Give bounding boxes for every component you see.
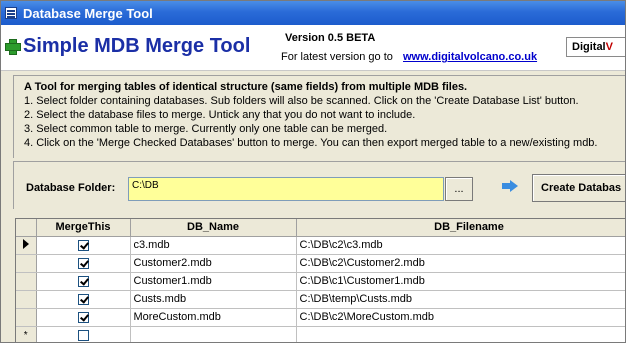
db-filename-cell[interactable]: C:\DB\temp\Custs.mdb: [296, 290, 625, 309]
table-row: Customer2.mdb C:\DB\c2\Customer2.mdb: [16, 254, 625, 273]
create-database-list-button[interactable]: Create Databas: [532, 174, 625, 202]
row-selector[interactable]: [16, 254, 37, 273]
instructions-intro: A Tool for merging tables of identical s…: [24, 81, 468, 93]
instruction-step: 4. Click on the 'Merge Checked Databases…: [24, 137, 598, 149]
instruction-step: 3. Select common table to merge. Current…: [24, 123, 388, 135]
merge-checkbox[interactable]: [77, 239, 89, 251]
db-filename-cell[interactable]: C:\DB\c2\MoreCustom.mdb: [296, 308, 625, 327]
version-label: Version 0.5 BETA: [285, 32, 376, 44]
column-header-mergethis[interactable]: MergeThis: [36, 219, 131, 237]
merge-checkbox[interactable]: [77, 293, 89, 305]
row-selector-header[interactable]: [16, 219, 37, 237]
new-record-marker[interactable]: *: [16, 326, 37, 342]
table-row: Customer1.mdb C:\DB\c1\Customer1.mdb: [16, 272, 625, 291]
folder-panel: Database Folder: ... Create Databas: [13, 161, 625, 209]
column-header-db-name[interactable]: DB_Name: [130, 219, 297, 237]
row-selector[interactable]: [16, 272, 37, 291]
instructions-panel: A Tool for merging tables of identical s…: [13, 75, 625, 158]
db-name-cell[interactable]: Customer1.mdb: [130, 272, 297, 291]
instruction-step: 2. Select the database files to merge. U…: [24, 109, 416, 121]
table-header-row: MergeThis DB_Name DB_Filename: [16, 219, 625, 237]
title-bar[interactable]: Database Merge Tool: [1, 1, 625, 25]
new-record-row: *: [16, 326, 625, 342]
form-icon: [5, 7, 17, 19]
row-selector[interactable]: [16, 236, 37, 255]
table-row: MoreCustom.mdb C:\DB\c2\MoreCustom.mdb: [16, 308, 625, 327]
row-selector[interactable]: [16, 290, 37, 309]
merge-checkbox[interactable]: [77, 311, 89, 323]
table-row: Custs.mdb C:\DB\temp\Custs.mdb: [16, 290, 625, 309]
db-name-cell[interactable]: c3.mdb: [130, 236, 297, 255]
brand-logo: DigitalV: [566, 37, 625, 57]
table-row: c3.mdb C:\DB\c2\c3.mdb: [16, 236, 625, 255]
latest-version-text: For latest version go to: [281, 51, 393, 63]
merge-checkbox[interactable]: [77, 257, 89, 269]
merge-checkbox-cell: [36, 290, 131, 309]
database-table: MergeThis DB_Name DB_Filename c3.mdb C:\…: [16, 219, 625, 342]
merge-checkbox-cell: [36, 326, 131, 342]
database-folder-input[interactable]: [128, 177, 444, 201]
db-filename-cell[interactable]: [296, 326, 625, 342]
arrow-right-icon: [502, 180, 518, 192]
header: Simple MDB Merge Tool Version 0.5 BETA F…: [1, 25, 625, 71]
db-filename-cell[interactable]: C:\DB\c2\c3.mdb: [296, 236, 625, 255]
db-filename-cell[interactable]: C:\DB\c2\Customer2.mdb: [296, 254, 625, 273]
merge-checkbox[interactable]: [77, 329, 89, 341]
column-header-db-filename[interactable]: DB_Filename: [296, 219, 625, 237]
app-title: Simple MDB Merge Tool: [23, 35, 251, 57]
row-pointer-icon: [22, 238, 29, 249]
plus-icon: [5, 39, 21, 55]
instruction-step: 1. Select folder containing databases. S…: [24, 95, 579, 107]
merge-checkbox-cell: [36, 272, 131, 291]
row-selector[interactable]: [16, 308, 37, 327]
db-name-cell[interactable]: Customer2.mdb: [130, 254, 297, 273]
merge-checkbox-cell: [36, 254, 131, 273]
db-name-cell[interactable]: Custs.mdb: [130, 290, 297, 309]
merge-checkbox-cell: [36, 308, 131, 327]
db-name-cell[interactable]: [130, 326, 297, 342]
app-window: Database Merge Tool Simple MDB Merge Too…: [0, 0, 626, 343]
website-link[interactable]: www.digitalvolcano.co.uk: [403, 51, 537, 63]
database-grid: MergeThis DB_Name DB_Filename c3.mdb C:\…: [15, 218, 625, 342]
merge-checkbox[interactable]: [77, 275, 89, 287]
browse-button[interactable]: ...: [445, 177, 473, 201]
window-title: Database Merge Tool: [23, 5, 153, 21]
merge-checkbox-cell: [36, 236, 131, 255]
database-folder-label: Database Folder:: [26, 182, 116, 194]
db-filename-cell[interactable]: C:\DB\c1\Customer1.mdb: [296, 272, 625, 291]
db-name-cell[interactable]: MoreCustom.mdb: [130, 308, 297, 327]
